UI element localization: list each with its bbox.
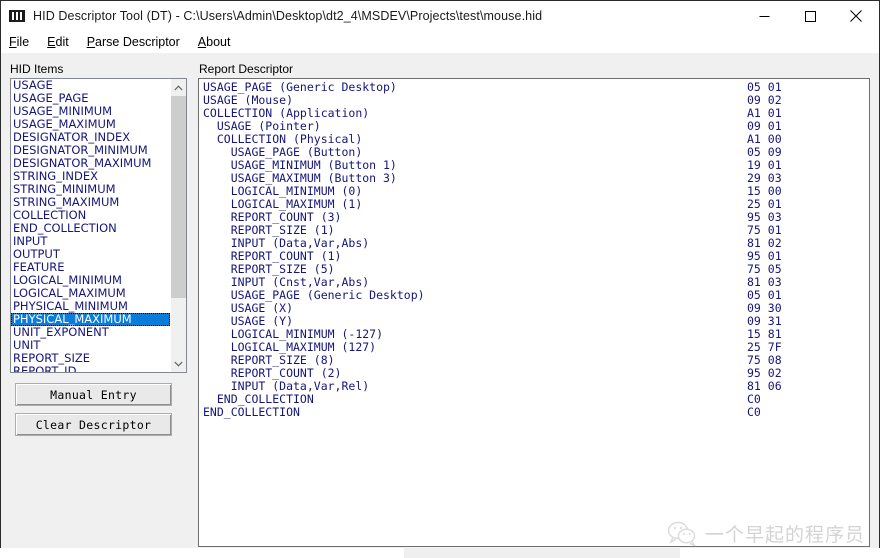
report-descriptor-row: END_COLLECTION C0	[201, 406, 869, 419]
menu-edit-label: dit	[55, 35, 69, 49]
scrollbar-up-button[interactable]	[171, 79, 186, 96]
report-descriptor-label: Report Descriptor	[199, 62, 294, 76]
menu-bar: File Edit Parse Descriptor About	[1, 31, 879, 53]
maximize-icon	[804, 10, 816, 22]
scrollbar-down-button[interactable]	[171, 355, 186, 372]
menu-item-edit[interactable]: Edit	[47, 35, 69, 49]
chevron-up-icon	[174, 84, 183, 90]
application-window: HID Descriptor Tool (DT) - C:\Users\Admi…	[0, 0, 880, 558]
client-area: HID Items USAGE USAGE_PAGE USAGE_MINIMUM US…	[1, 53, 879, 557]
maximize-button[interactable]	[787, 1, 833, 31]
report-descriptor-row: END_COLLECTION C0	[201, 393, 869, 406]
window-title: HID Descriptor Tool (DT) - C:\Users\Admi…	[33, 9, 543, 23]
menu-file-accel: F	[9, 35, 17, 49]
hid-item-report-id[interactable]: REPORT_ID	[11, 365, 170, 373]
menu-item-parse-descriptor[interactable]: Parse Descriptor	[87, 35, 180, 49]
scrollbar-track[interactable]	[171, 96, 186, 355]
hid-items-list: USAGE USAGE_PAGE USAGE_MINIMUM USAGE_MAXIMU…	[11, 79, 170, 372]
menu-item-file[interactable]: File	[9, 35, 29, 49]
manual-entry-button[interactable]: Manual Entry	[15, 383, 172, 406]
menu-about-accel: A	[197, 35, 207, 49]
hid-items-listbox[interactable]: USAGE USAGE_PAGE USAGE_MINIMUM USAGE_MAXIMU…	[10, 78, 187, 373]
menu-parse-label: arse Descriptor	[95, 35, 180, 49]
report-descriptor-item-hex: C0	[747, 405, 761, 419]
report-descriptor-item-text: END_COLLECTION	[203, 405, 300, 419]
title-bar: HID Descriptor Tool (DT) - C:\Users\Admi…	[1, 1, 879, 31]
menu-edit-accel: E	[47, 35, 56, 49]
chevron-down-icon	[174, 361, 183, 367]
clear-descriptor-button[interactable]: Clear Descriptor	[15, 413, 172, 436]
menu-item-about[interactable]: About	[198, 35, 231, 49]
hid-items-label: HID Items	[10, 62, 64, 76]
window-controls	[741, 1, 879, 31]
menu-parse-accel: P	[86, 35, 96, 49]
desktop-bottom-strip	[0, 548, 880, 558]
minimize-icon	[759, 15, 769, 17]
close-icon	[850, 10, 862, 22]
report-descriptor-textarea[interactable]: USAGE_PAGE (Generic Desktop) 05 01 USAGE (…	[198, 78, 870, 547]
hid-app-icon	[9, 8, 25, 24]
report-descriptor-lines: USAGE_PAGE (Generic Desktop) 05 01 USAGE (…	[199, 79, 869, 419]
hid-items-scrollbar[interactable]	[170, 79, 186, 372]
menu-about-label: bout	[206, 35, 231, 49]
scrollbar-thumb[interactable]	[171, 96, 186, 298]
menu-file-label: ile	[16, 35, 30, 49]
close-button[interactable]	[833, 1, 879, 31]
minimize-button[interactable]	[741, 1, 787, 31]
